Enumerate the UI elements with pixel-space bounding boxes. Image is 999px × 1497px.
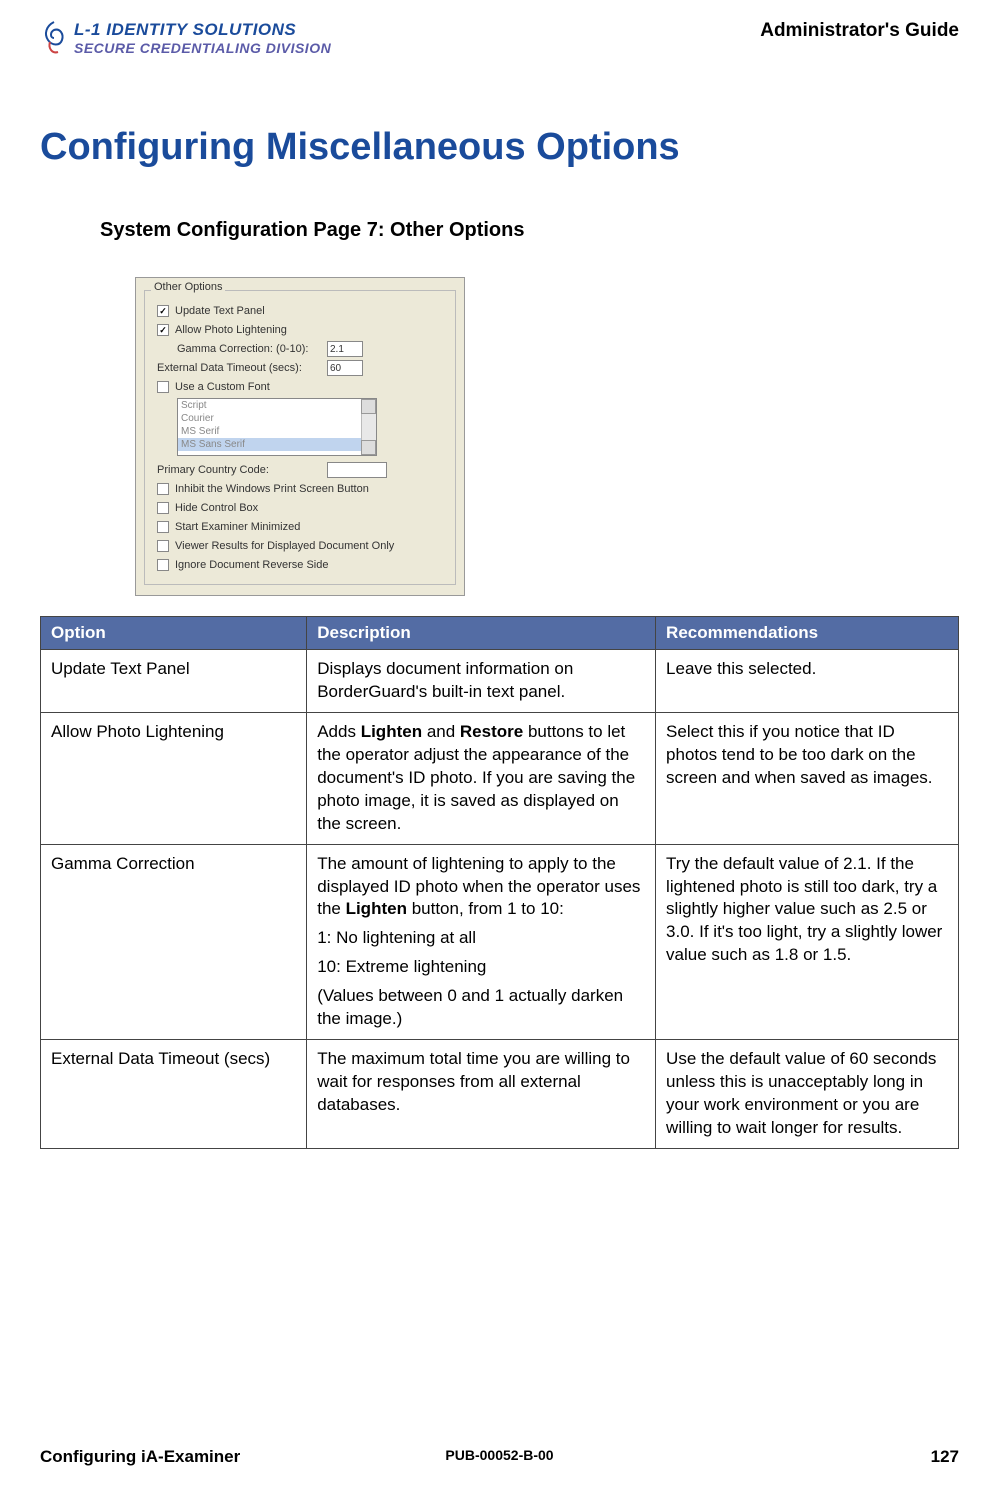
th-description: Description: [307, 617, 656, 650]
ignore-reverse-label: Ignore Document Reverse Side: [175, 559, 328, 571]
ext-timeout-label: External Data Timeout (secs):: [157, 362, 327, 374]
cell-description: The maximum total time you are willing t…: [307, 1040, 656, 1149]
font-item-selected[interactable]: MS Sans Serif: [178, 438, 376, 451]
ext-timeout-input[interactable]: 60: [327, 360, 363, 376]
font-item[interactable]: Courier: [178, 412, 376, 425]
table-row: External Data Timeout (secs)The maximum …: [41, 1040, 959, 1149]
table-row: Allow Photo LighteningAdds Lighten and R…: [41, 712, 959, 844]
cell-description: The amount of lightening to apply to the…: [307, 844, 656, 1040]
other-options-panel: Other Options Update Text Panel Allow Ph…: [135, 277, 465, 596]
use-custom-font-label: Use a Custom Font: [175, 381, 270, 393]
page-footer: Configuring iA-Examiner PUB-00052-B-00 1…: [40, 1447, 959, 1467]
cell-option: Update Text Panel: [41, 650, 307, 713]
update-text-panel-checkbox[interactable]: [157, 305, 169, 317]
cell-option: External Data Timeout (secs): [41, 1040, 307, 1149]
cell-recommendation: Use the default value of 60 seconds unle…: [656, 1040, 959, 1149]
logo-swirl-icon: [40, 20, 68, 56]
allow-photo-lightening-label: Allow Photo Lightening: [175, 324, 287, 336]
cell-description: Adds Lighten and Restore buttons to let …: [307, 712, 656, 844]
font-item[interactable]: MS Serif: [178, 425, 376, 438]
logo-line2: SECURE CREDENTIALING DIVISION: [74, 40, 331, 56]
gamma-label: Gamma Correction: (0-10):: [177, 343, 327, 355]
table-row: Gamma CorrectionThe amount of lightening…: [41, 844, 959, 1040]
font-listbox[interactable]: Script Courier MS Serif MS Sans Serif: [177, 398, 377, 456]
section-heading: System Configuration Page 7: Other Optio…: [100, 219, 959, 242]
footer-right: 127: [931, 1447, 959, 1467]
logo: L-1 IDENTITY SOLUTIONS SECURE CREDENTIAL…: [40, 20, 331, 56]
viewer-results-checkbox[interactable]: [157, 540, 169, 552]
page-title: Configuring Miscellaneous Options: [40, 126, 959, 169]
use-custom-font-checkbox[interactable]: [157, 381, 169, 393]
cell-recommendation: Select this if you notice that ID photos…: [656, 712, 959, 844]
primary-country-input[interactable]: [327, 462, 387, 478]
cell-recommendation: Leave this selected.: [656, 650, 959, 713]
inhibit-print-checkbox[interactable]: [157, 483, 169, 495]
start-minimized-label: Start Examiner Minimized: [175, 521, 300, 533]
primary-country-label: Primary Country Code:: [157, 464, 327, 476]
panel-legend: Other Options: [151, 281, 225, 293]
viewer-results-label: Viewer Results for Displayed Document On…: [175, 540, 394, 552]
font-item[interactable]: Script: [178, 399, 376, 412]
ignore-reverse-checkbox[interactable]: [157, 559, 169, 571]
guide-title: Administrator's Guide: [760, 20, 959, 42]
allow-photo-lightening-checkbox[interactable]: [157, 324, 169, 336]
options-table: Option Description Recommendations Updat…: [40, 616, 959, 1149]
inhibit-print-label: Inhibit the Windows Print Screen Button: [175, 483, 369, 495]
scroll-up-icon[interactable]: [361, 399, 376, 414]
th-recommendations: Recommendations: [656, 617, 959, 650]
cell-description: Displays document information on BorderG…: [307, 650, 656, 713]
start-minimized-checkbox[interactable]: [157, 521, 169, 533]
cell-recommendation: Try the default value of 2.1. If the lig…: [656, 844, 959, 1040]
cell-option: Allow Photo Lightening: [41, 712, 307, 844]
footer-left: Configuring iA-Examiner: [40, 1447, 240, 1467]
scroll-down-icon[interactable]: [361, 440, 376, 455]
gamma-input[interactable]: 2.1: [327, 341, 363, 357]
th-option: Option: [41, 617, 307, 650]
logo-line1: L-1 IDENTITY SOLUTIONS: [74, 20, 331, 40]
footer-center: PUB-00052-B-00: [445, 1447, 553, 1463]
hide-control-box-label: Hide Control Box: [175, 502, 258, 514]
cell-option: Gamma Correction: [41, 844, 307, 1040]
update-text-panel-label: Update Text Panel: [175, 305, 265, 317]
hide-control-box-checkbox[interactable]: [157, 502, 169, 514]
table-row: Update Text PanelDisplays document infor…: [41, 650, 959, 713]
